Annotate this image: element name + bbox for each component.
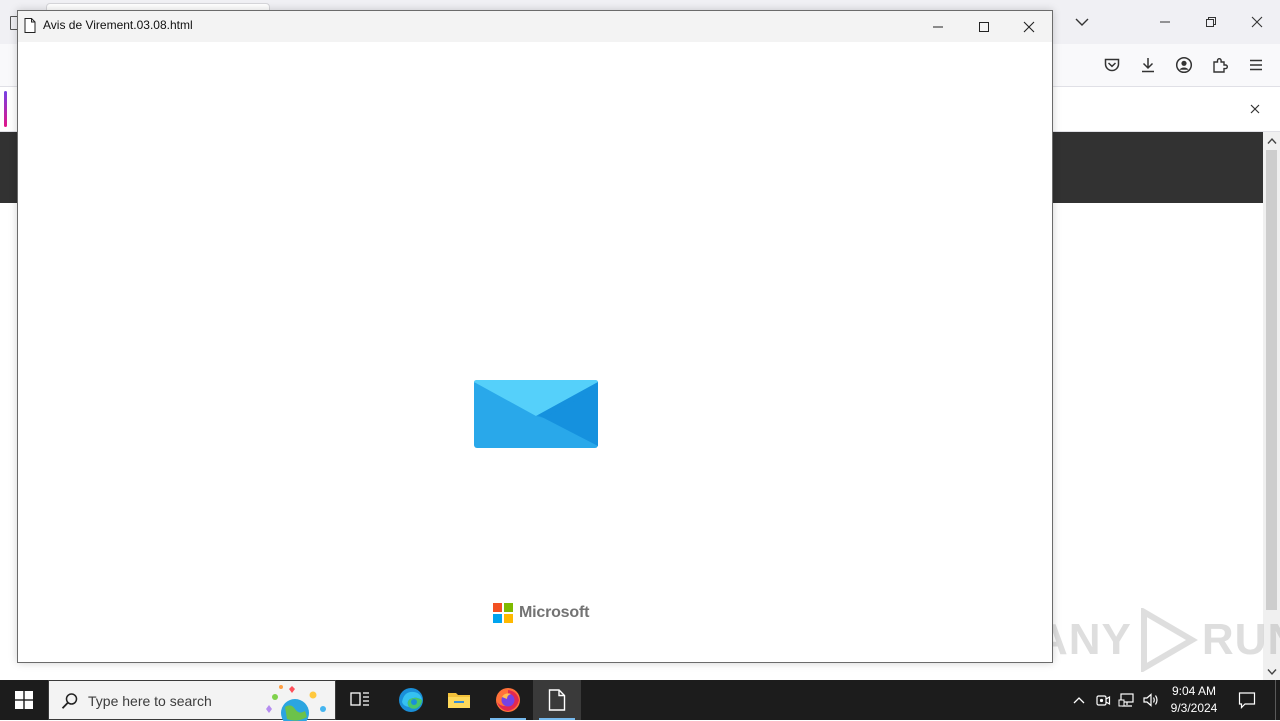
pocket-icon[interactable] [1101, 54, 1123, 76]
network-icon[interactable] [1117, 690, 1137, 710]
meet-now-icon[interactable] [1093, 690, 1113, 710]
edge-icon [399, 688, 423, 712]
start-button[interactable] [0, 680, 48, 720]
taskbar: Type here to search 9:04 AM 9/3/2024 [0, 680, 1280, 721]
scroll-thumb[interactable] [1266, 150, 1277, 610]
notification-close-icon[interactable] [1246, 100, 1264, 118]
file-icon [24, 18, 36, 33]
taskbar-search-box[interactable]: Type here to search [48, 680, 336, 721]
task-view-button[interactable] [336, 680, 384, 720]
scroll-up-arrow-icon[interactable] [1263, 132, 1280, 149]
edge-taskbar-button[interactable] [387, 680, 435, 720]
watermark: ANY RUN [1036, 608, 1280, 672]
file-document-icon [548, 689, 566, 711]
microsoft-brand-text: Microsoft [519, 604, 590, 621]
show-desktop-button[interactable] [1275, 680, 1276, 720]
microsoft-logo: Microsoft [493, 603, 589, 623]
page-scrollbar[interactable] [1263, 132, 1280, 680]
mail-envelope-icon [474, 380, 598, 448]
minimize-icon [933, 26, 943, 27]
windows-start-icon [15, 691, 33, 709]
watermark-play-icon [1140, 608, 1198, 672]
browser-close-button[interactable] [1234, 0, 1280, 44]
extensions-icon[interactable] [1209, 54, 1231, 76]
notification-accent [4, 91, 7, 127]
list-all-tabs-chevron-icon[interactable] [1072, 12, 1092, 32]
menu-icon[interactable] [1245, 54, 1267, 76]
clock-date: 9/3/2024 [1170, 701, 1218, 715]
search-icon [61, 693, 78, 709]
popup-window: Avis de Virement.03.08.html Microsoft [17, 10, 1053, 663]
file-explorer-taskbar-button[interactable] [435, 680, 483, 720]
watermark-text-right: RUN [1201, 615, 1280, 664]
volume-icon[interactable] [1141, 690, 1161, 710]
popup-maximize-button[interactable] [961, 11, 1007, 42]
firefox-icon [496, 688, 520, 712]
browser-restore-button[interactable] [1188, 0, 1234, 44]
chevron-up-icon[interactable] [1069, 690, 1089, 710]
search-placeholder: Type here to search [88, 693, 212, 709]
maximize-icon [979, 21, 989, 32]
microsoft-logo-icon [493, 603, 513, 623]
popup-titlebar[interactable]: Avis de Virement.03.08.html [18, 11, 1052, 42]
close-icon [1023, 21, 1035, 32]
browser-minimize-button[interactable] [1142, 0, 1188, 44]
account-icon[interactable] [1173, 54, 1195, 76]
popup-minimize-button[interactable] [915, 11, 961, 42]
firefox-taskbar-button[interactable] [484, 680, 532, 720]
taskbar-clock[interactable]: 9:04 AM 9/3/2024 [1162, 683, 1226, 717]
clock-time: 9:04 AM [1171, 684, 1217, 698]
document-taskbar-button[interactable] [533, 680, 581, 720]
download-icon[interactable] [1137, 54, 1159, 76]
popup-close-button[interactable] [1006, 11, 1052, 42]
popup-title: Avis de Virement.03.08.html [43, 18, 193, 32]
search-highlight-globe-icon [266, 685, 326, 721]
task-view-icon [350, 692, 369, 706]
file-explorer-icon [448, 693, 470, 708]
action-center-icon[interactable] [1236, 690, 1258, 710]
